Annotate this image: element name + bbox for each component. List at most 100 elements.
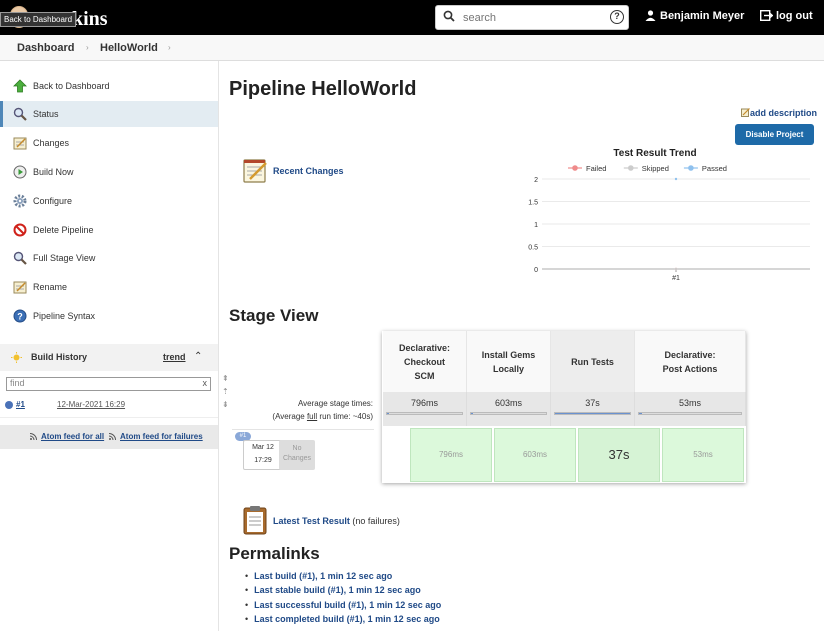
average-run-prefix: (Average <box>272 412 307 421</box>
build-date-link[interactable]: 12-Mar-2021 16:29 <box>57 400 125 409</box>
stage-average-cell: 796ms <box>383 392 467 426</box>
search-input[interactable] <box>463 10 603 26</box>
breadcrumb-chevron-icon[interactable]: › <box>86 43 89 52</box>
task-build-now[interactable]: Build Now <box>0 159 218 185</box>
stage-average-bar <box>638 412 742 415</box>
stage-result-cell[interactable]: 37s <box>578 428 660 482</box>
pin-top-icon[interactable]: ⇞ <box>222 374 229 383</box>
recent-changes-link[interactable]: Recent Changes <box>273 166 344 176</box>
data-point <box>674 267 678 271</box>
task-label: Changes <box>33 138 70 148</box>
stage-name-line: Locally <box>492 363 524 374</box>
test-result-trend-chart: Test Result Trend Failed Skipped Passed 0 0… <box>528 148 810 281</box>
latest-test-result: Latest Test Result (no failures) <box>273 516 400 526</box>
breadcrumb-dashboard[interactable]: Dashboard <box>17 42 74 54</box>
task-full-stage-view[interactable]: Full Stage View <box>0 245 218 271</box>
permalink-item: Last build (#1), 1 min 12 sec ago <box>245 571 441 585</box>
legend-label: Failed <box>586 164 606 173</box>
stage-average-value: 37s <box>585 398 600 408</box>
permalink-last-stable-build[interactable]: Last stable build (#1), 1 min 12 sec ago <box>254 585 421 595</box>
stage-header-checkout-scm: Declarative: Checkout SCM <box>383 331 467 392</box>
permalink-last-successful-build[interactable]: Last successful build (#1), 1 min 12 sec… <box>254 600 441 610</box>
permalinks-list: Last build (#1), 1 min 12 sec ago Last s… <box>245 571 441 628</box>
task-status[interactable]: Status <box>0 101 218 127</box>
build-row: #1 12-Mar-2021 16:29 <box>0 396 218 418</box>
atom-feed-all-link[interactable]: Atom feed for all <box>41 432 104 441</box>
task-back-to-dashboard[interactable]: Back to Dashboard <box>0 73 218 99</box>
latest-test-result-link[interactable]: Latest Test Result <box>273 516 350 526</box>
y-tick-label: 0 <box>534 267 538 274</box>
legend-label: Skipped <box>642 164 669 173</box>
y-tick-label: 1.5 <box>528 200 538 207</box>
task-configure[interactable]: Configure <box>0 188 218 214</box>
user-icon <box>645 10 656 21</box>
stage-average-bar <box>470 412 547 415</box>
legend-marker <box>628 165 634 171</box>
breadcrumb-helloworld[interactable]: HelloWorld <box>100 42 158 54</box>
latest-test-result-note: (no failures) <box>352 516 400 526</box>
permalink-last-build[interactable]: Last build (#1), 1 min 12 sec ago <box>254 571 392 581</box>
user-link[interactable]: Benjamin Meyer <box>645 10 744 22</box>
notepad-icon <box>13 137 27 150</box>
stage-view-title: Stage View <box>229 306 319 325</box>
run-row-header[interactable]: #1 Mar 12 17:29 No Changes <box>232 429 374 479</box>
chart-title: Test Result Trend <box>613 148 696 159</box>
task-label: Build Now <box>33 167 74 177</box>
edit-note-icon <box>741 108 750 117</box>
stage-result-cell[interactable]: 603ms <box>494 428 576 482</box>
y-tick-label: 0.5 <box>528 245 538 252</box>
build-filter-field[interactable]: find x <box>6 377 211 391</box>
build-number-link[interactable]: #1 <box>16 400 25 409</box>
task-pipeline-syntax[interactable]: ? Pipeline Syntax <box>0 303 218 329</box>
no-entry-icon <box>13 223 27 237</box>
stage-result-cell[interactable]: 796ms <box>410 428 492 482</box>
build-history-header: Build History trend ⌃ <box>0 344 218 371</box>
legend-marker <box>572 165 578 171</box>
add-description-link[interactable]: add description <box>741 108 817 118</box>
magnifier-icon <box>13 107 27 121</box>
stage-average-bar <box>386 412 463 415</box>
permalink-item: Last completed build (#1), 1 min 12 sec … <box>245 614 441 628</box>
average-run-suffix: run time: ~40s) <box>317 412 373 421</box>
permalink-last-completed-build[interactable]: Last completed build (#1), 1 min 12 sec … <box>254 614 440 624</box>
atom-feed-failures-link[interactable]: Atom feed for failures <box>120 432 203 441</box>
jenkins-logo[interactable]: kins Back to Dashboard <box>0 4 120 32</box>
legend-label: Passed <box>702 164 727 173</box>
notepad-icon <box>243 159 267 183</box>
pin-up-icon[interactable]: ⇡ <box>222 387 229 396</box>
task-rename[interactable]: Rename <box>0 274 218 300</box>
clock-play-icon <box>13 165 27 179</box>
logout-link[interactable]: log out <box>760 10 813 22</box>
stage-result-cell[interactable]: 53ms <box>662 428 744 482</box>
average-run-full-link[interactable]: full <box>307 412 317 421</box>
collapse-caret-icon[interactable]: ⌃ <box>194 351 202 362</box>
stage-average-value: 603ms <box>494 398 522 408</box>
logout-icon <box>760 10 773 21</box>
build-history-title: Build History <box>31 352 88 362</box>
stage-average-cell: 37s <box>551 392 635 426</box>
task-delete-pipeline[interactable]: Delete Pipeline <box>0 217 218 243</box>
stage-average-fill <box>471 413 474 414</box>
stage-average-fill <box>555 413 630 414</box>
help-icon[interactable]: ? <box>610 10 624 24</box>
arrow-up-icon <box>13 79 27 93</box>
average-stage-times-text: Average stage times: <box>297 399 373 408</box>
stage-average-cell: 603ms <box>467 392 551 426</box>
trend-link[interactable]: trend <box>163 352 186 362</box>
stage-header-run-tests: Run Tests <box>551 331 635 392</box>
no-changes-line-2: Changes <box>282 455 312 462</box>
permalinks-title: Permalinks <box>229 544 320 563</box>
task-label: Rename <box>33 282 68 292</box>
breadcrumb-chevron-icon[interactable]: › <box>168 43 171 52</box>
stage-name-line: Post Actions <box>662 363 718 374</box>
rss-feeds-bar: Atom feed for all Atom feed for failures <box>0 425 218 449</box>
average-times-label: Average stage times: (Average full run t… <box>220 397 373 423</box>
stage-name-line: SCM <box>414 370 435 381</box>
main-panel: Pipeline HelloWorld add description Disa… <box>220 61 824 631</box>
rss-icon <box>109 433 116 440</box>
y-tick-label: 2 <box>534 177 538 184</box>
task-changes[interactable]: Changes <box>0 130 218 156</box>
run-date-box: Mar 12 17:29 <box>243 440 283 470</box>
clear-filter-icon[interactable]: x <box>203 378 208 388</box>
task-label: Pipeline Syntax <box>33 311 96 321</box>
